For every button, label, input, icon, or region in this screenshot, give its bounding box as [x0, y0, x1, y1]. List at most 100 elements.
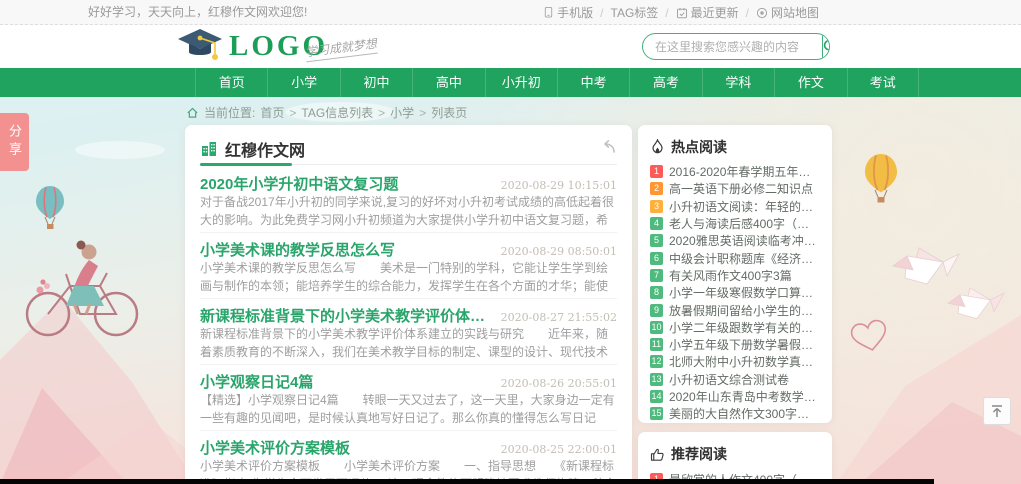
topbar-link-mobile[interactable]: 手机版	[543, 4, 593, 21]
share-button[interactable]: 分享	[0, 113, 29, 171]
site-header: LOGO 学习成就梦想	[0, 25, 1021, 68]
nav-item-gaokao[interactable]: 高考	[629, 68, 701, 97]
rank-badge: 13	[650, 372, 663, 386]
rank-badge: 1	[650, 165, 663, 179]
nav-item-subjects[interactable]: 学科	[701, 68, 774, 97]
rank-badge: 14	[650, 390, 663, 403]
topbar-link-recent-updates[interactable]: 最近更新	[676, 4, 739, 21]
rank-badge: 11	[650, 338, 663, 352]
back-to-top-button[interactable]	[983, 397, 1011, 425]
nav-item-exams[interactable]: 考试	[846, 68, 919, 97]
rank-badge: 4	[650, 217, 663, 231]
hot-item-label: 小学一年级寒假数学口算练习题三篇	[669, 286, 820, 301]
screenshot-bottom-bar	[0, 479, 934, 484]
separator: /	[745, 5, 749, 20]
back-button[interactable]	[599, 139, 617, 158]
hot-item-label: 美丽的大自然作文300字（精选3篇）	[669, 407, 820, 422]
nav-item-composition[interactable]: 作文	[774, 68, 846, 97]
welcome-text: 好好学习，天天向上，红穆作文网欢迎您!	[88, 5, 308, 19]
hot-list-item[interactable]: 5 2020雅思英语阅读临考冲刺试题附答案	[650, 232, 820, 249]
topbar-link-label: TAG标签	[610, 6, 659, 20]
breadcrumb-current-page: 列表页	[431, 106, 468, 120]
share-label: 分享	[7, 124, 22, 160]
undo-icon	[604, 140, 615, 153]
hot-item-label: 2016-2020年春学期五年级语文下期末模拟	[669, 165, 820, 180]
rank-badge: 12	[650, 355, 663, 369]
rank-badge: 2	[650, 182, 663, 196]
nav-item-primary-to-junior[interactable]: 小升初	[484, 68, 557, 97]
topbar-link-label: 最近更新	[690, 6, 739, 20]
hot-list-item[interactable]: 3 小升初语文阅读：年轻的国旗	[650, 198, 820, 215]
article-date: 2020-08-29 08:50:01	[500, 245, 617, 258]
hot-list-item[interactable]: 13 小升初语文综合测试卷	[650, 371, 820, 388]
article-excerpt: 小学美术课的教学反思怎么写 美术是一门特别的学科，它能让学生学到绘画与制作的本领…	[200, 261, 609, 293]
hot-list-item[interactable]: 10 小学二年级跟数学有关的日记	[650, 319, 820, 336]
building-icon	[202, 142, 216, 156]
article-title-link[interactable]: 小学美术评价方案模板	[200, 437, 491, 458]
cyclist-illustration	[25, 240, 139, 337]
rank-badge: 9	[650, 303, 663, 317]
hot-item-label: 放暑假期间留给小学生的三年级英语作文范文	[669, 303, 820, 318]
hot-reading-list: 1 2016-2020年春学期五年级语文下期末模拟 2 高一英语下册必修二知识点 3…	[650, 163, 820, 422]
flame-icon	[652, 139, 663, 154]
article-title-link[interactable]: 新课程标准背景下的小学美术教学评价体系建立的实践与研究	[200, 305, 491, 326]
hot-item-label: 2020雅思英语阅读临考冲刺试题附答案	[669, 234, 820, 249]
rank-badge: 8	[650, 286, 663, 300]
hot-item-label: 小升初语文阅读：年轻的国旗	[669, 199, 820, 214]
nav-item-junior-high[interactable]: 初中	[339, 68, 412, 97]
separator: /	[600, 5, 604, 20]
article-excerpt: 对于备战2017年小升初的同学来说,复习的好坏对小升初考试成绩的高低起着很大的影…	[200, 195, 615, 227]
hot-list-item[interactable]: 15 美丽的大自然作文300字（精选3篇）	[650, 405, 820, 422]
separator: >	[289, 105, 297, 120]
main-nav: 首页 小学 初中 高中 小升初 中考 高考 学科 作文 考试	[0, 68, 1021, 97]
nav-item-zhongkao[interactable]: 中考	[556, 68, 629, 97]
separator: /	[665, 5, 669, 20]
nav-item-home[interactable]: 首页	[195, 68, 267, 97]
article-list-card: 红穆作文网 2020年小学升初中语文复习题 2020-08-29 10:15:01…	[185, 125, 632, 484]
topbar-link-label: 手机版	[557, 6, 594, 20]
hot-air-balloon-left-decoration	[36, 186, 64, 229]
topbar-link-tags[interactable]: TAG标签	[611, 4, 659, 21]
hot-list-item[interactable]: 9 放暑假期间留给小学生的三年级英语作文范文	[650, 301, 820, 318]
hot-list-item[interactable]: 14 2020年山东青岛中考数学真题（已公布）	[650, 388, 820, 405]
topbar-link-sitemap[interactable]: 网站地图	[756, 4, 819, 21]
hot-item-label: 小升初语文综合测试卷	[669, 372, 790, 387]
breadcrumb-link-primary-school[interactable]: 小学	[390, 104, 414, 121]
rank-badge: 5	[650, 234, 663, 248]
hot-item-label: 高一英语下册必修二知识点	[669, 182, 814, 197]
hot-list-item[interactable]: 12 北师大附中小升初数学真题汇编	[650, 353, 820, 370]
article-title-link[interactable]: 小学观察日记4篇	[200, 371, 491, 392]
breadcrumb-link-home[interactable]: 首页	[260, 104, 284, 121]
article-item: 小学观察日记4篇 2020-08-26 20:55:01 【精选】小学观察日记4篇…	[200, 365, 617, 431]
sitemap-icon	[756, 7, 768, 18]
article-title-link[interactable]: 小学美术课的教学反思怎么写	[200, 239, 491, 260]
article-title-link[interactable]: 2020年小学升初中语文复习题	[200, 173, 491, 194]
search-icon	[823, 39, 829, 51]
breadcrumb-link-tag-list[interactable]: TAG信息列表	[301, 104, 373, 121]
hot-list-item[interactable]: 8 小学一年级寒假数学口算练习题三篇	[650, 284, 820, 301]
rank-badge: 3	[650, 199, 663, 213]
recommended-reading-title: 推荐阅读	[671, 446, 727, 462]
hot-list-item[interactable]: 2 高一英语下册必修二知识点	[650, 180, 820, 197]
hot-list-item[interactable]: 6 中级会计职称题库《经济法》检测题	[650, 249, 820, 266]
hot-list-item[interactable]: 4 老人与海读后感400字（精选3篇）	[650, 215, 820, 232]
breadcrumb-prefix: 当前位置:	[204, 106, 256, 120]
recommended-reading-header: 推荐阅读	[650, 443, 820, 465]
nav-item-primary-school[interactable]: 小学	[267, 68, 339, 97]
hot-reading-title: 热点阅读	[671, 139, 727, 155]
hot-item-label: 2020年山东青岛中考数学真题（已公布）	[669, 390, 820, 404]
topbar-links: 手机版 / TAG标签 / 最近更新 / 网站地图	[543, 0, 819, 25]
page-title: 红穆作文网	[225, 143, 306, 160]
rank-badge: 7	[650, 268, 663, 282]
phone-icon	[544, 6, 553, 18]
hot-list-item[interactable]: 11 小学五年级下册数学暑假作业答案【20-61	[650, 336, 820, 353]
search-button[interactable]	[822, 34, 829, 59]
recommended-reading-card: 推荐阅读 1最欣赏的人作文400字（精选3篇） 2关于感恩的中考满分作文600字	[638, 432, 832, 484]
home-icon	[187, 107, 198, 118]
search-input[interactable]	[643, 34, 822, 59]
hot-list-item[interactable]: 1 2016-2020年春学期五年级语文下期末模拟	[650, 163, 820, 180]
hot-list-item[interactable]: 7 有关风雨作文400字3篇	[650, 267, 820, 284]
nav-item-senior-high[interactable]: 高中	[412, 68, 484, 97]
graduation-cap-icon	[178, 29, 222, 60]
breadcrumb: 当前位置: 首页 > TAG信息列表 > 小学 > 列表页	[186, 104, 467, 121]
